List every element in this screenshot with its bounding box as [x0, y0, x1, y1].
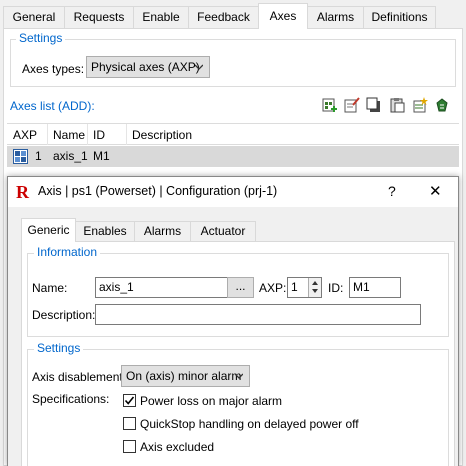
tab-alarms[interactable]: Alarms [307, 6, 364, 28]
axes-list-header: AXP Name ID Description [7, 123, 459, 145]
cell-name: axis_1 [53, 149, 88, 163]
description-field[interactable] [95, 304, 421, 325]
copy-icon[interactable] [366, 97, 382, 113]
power-loss-label[interactable]: Power loss on major alarm [140, 394, 282, 408]
name-label: Name: [32, 281, 68, 295]
quickstop-label[interactable]: QuickStop handling on delayed power off [140, 417, 359, 431]
edit-axis-icon[interactable] [344, 97, 360, 113]
axp-label: AXP: [259, 281, 287, 295]
axis-excluded-checkbox[interactable] [123, 440, 136, 453]
dialog-tab-actuator[interactable]: Actuator [190, 221, 256, 241]
browse-button[interactable]: ... [227, 277, 254, 298]
id-label: ID: [328, 281, 344, 295]
column-axp[interactable]: AXP [13, 128, 37, 142]
name-field[interactable]: axis_1 [95, 277, 228, 298]
cell-id: M1 [93, 149, 110, 163]
power-loss-checkbox[interactable] [123, 394, 136, 407]
help-button[interactable]: ? [388, 183, 396, 199]
axis-excluded-label[interactable]: Axis excluded [140, 440, 214, 454]
quickstop-checkbox[interactable] [123, 417, 136, 430]
tab-general[interactable]: General [3, 6, 65, 28]
axis-disablement-label: Axis disablement: [32, 370, 127, 384]
app-logo: R [16, 182, 29, 202]
column-name[interactable]: Name [53, 128, 85, 142]
tab-enable[interactable]: Enable [133, 6, 189, 28]
chevron-down-icon [235, 373, 243, 379]
spin-down-icon[interactable] [311, 288, 319, 295]
axis-disablement-value: On (axis) minor alarm [126, 369, 242, 383]
axp-value: 1 [291, 280, 298, 294]
tab-feedback[interactable]: Feedback [188, 6, 259, 28]
chevron-down-icon [195, 64, 203, 70]
axes-types-select[interactable]: Physical axes (AXP) [86, 56, 210, 78]
main-tab-bar: General Requests Enable Feedback Axes Al… [0, 0, 466, 29]
dialog-tab-alarms[interactable]: Alarms [134, 221, 191, 241]
close-button[interactable]: ✕ [429, 182, 442, 200]
checkmark-icon [124, 396, 135, 405]
dialog-body: Generic Enables Alarms Actuator Informat… [8, 207, 458, 466]
new-item-icon[interactable] [412, 97, 428, 113]
spin-buttons[interactable] [308, 278, 321, 297]
specifications-label: Specifications: [32, 392, 110, 406]
tab-axes[interactable]: Axes [258, 3, 308, 29]
axis-grid-icon [13, 149, 28, 164]
id-field[interactable]: M1 [349, 277, 401, 298]
description-label: Description: [32, 308, 96, 322]
information-legend: Information [34, 245, 101, 259]
tab-definitions[interactable]: Definitions [363, 6, 436, 28]
axp-stepper[interactable]: 1 [287, 277, 322, 298]
column-id[interactable]: ID [93, 128, 105, 142]
axes-list-title: Axes list (ADD): [10, 99, 95, 113]
cell-axp: 1 [35, 149, 42, 163]
spin-up-icon[interactable] [311, 279, 319, 286]
column-description[interactable]: Description [132, 128, 192, 142]
name-value: axis_1 [99, 280, 134, 294]
generic-panel: Information Name: axis_1 ... AXP: 1 ID: … [21, 241, 455, 466]
id-value: M1 [353, 280, 370, 294]
paste-icon[interactable] [389, 97, 405, 113]
dialog-tab-generic[interactable]: Generic [21, 218, 76, 242]
dialog-tab-enables[interactable]: Enables [75, 221, 135, 241]
recycle-icon[interactable] [434, 97, 450, 113]
dialog-title: Axis | ps1 (Powerset) | Configuration (p… [38, 184, 278, 198]
axes-types-value: Physical axes (AXP) [91, 60, 200, 74]
axis-disablement-select[interactable]: On (axis) minor alarm [121, 365, 250, 387]
dialog-settings-legend: Settings [34, 341, 84, 355]
add-axis-icon[interactable] [322, 97, 338, 113]
axes-types-label: Axes types: [22, 62, 85, 76]
table-row[interactable]: 1 axis_1 M1 [7, 146, 459, 167]
settings-legend: Settings [16, 31, 66, 45]
tab-requests[interactable]: Requests [64, 6, 134, 28]
dialog-titlebar[interactable]: R Axis | ps1 (Powerset) | Configuration … [8, 177, 458, 207]
axis-configuration-dialog: R Axis | ps1 (Powerset) | Configuration … [7, 176, 459, 466]
